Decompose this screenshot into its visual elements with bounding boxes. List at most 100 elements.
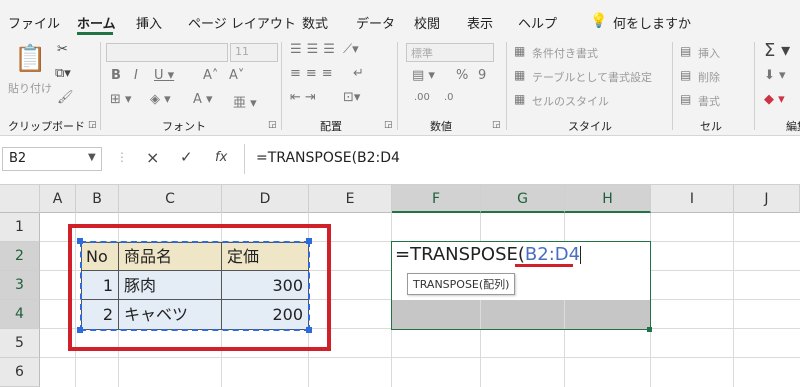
alignment-launcher-icon[interactable]: ◲ — [384, 120, 393, 130]
number-format-combo[interactable]: 標準 — [406, 43, 494, 62]
tab-view[interactable]: 表示 — [467, 13, 493, 32]
font-color-icon[interactable]: A ▾ — [193, 92, 213, 107]
percent-icon[interactable]: % — [456, 68, 468, 83]
format-cells-icon[interactable]: ▤ — [680, 92, 691, 106]
row-header-4[interactable]: 4 — [0, 300, 40, 329]
column-header-i[interactable]: I — [651, 185, 734, 213]
currency-icon[interactable]: ▤ ▾ — [412, 68, 435, 83]
column-header-h[interactable]: H — [565, 185, 651, 213]
gridline — [40, 357, 800, 358]
shrink-font-icon[interactable]: A˅ — [229, 68, 244, 83]
column-header-b[interactable]: B — [76, 185, 119, 213]
cut-icon[interactable]: ✂ — [57, 42, 68, 57]
tab-insert[interactable]: 挿入 — [136, 13, 162, 32]
ribbon-tab-bar: ファイル ホーム 挿入 ページ レイアウト 数式 データ 校閲 表示 ヘルプ 💡… — [0, 0, 800, 36]
tab-formulas[interactable]: 数式 — [302, 13, 328, 32]
tab-help[interactable]: ヘルプ — [518, 13, 557, 32]
insert-cells-icon[interactable]: ▤ — [680, 44, 691, 58]
phonetic-icon[interactable]: 亜 ▾ — [233, 92, 257, 111]
group-label-editing: 編集 — [786, 120, 800, 133]
comma-style-icon[interactable]: 9 — [478, 68, 486, 83]
text-cursor — [580, 246, 582, 264]
row-header-3[interactable]: 3 — [0, 271, 40, 300]
name-box[interactable]: B2 — [2, 147, 102, 171]
wrap-text-icon[interactable]: ↵ — [353, 66, 364, 81]
increase-decimal-icon[interactable]: .00 — [414, 92, 430, 103]
group-separator — [506, 42, 507, 130]
clear-icon[interactable]: ◆ ▾ — [764, 92, 785, 107]
font-size-combo[interactable]: 11 — [230, 43, 278, 62]
row-header-5[interactable]: 5 — [0, 329, 40, 358]
highlight-box — [68, 224, 331, 351]
underline-icon[interactable]: U ▾ — [154, 68, 174, 83]
group-label-number: 数値 — [430, 120, 452, 133]
ribbon: 📋 貼り付け ✂ ⧉▾ 🖌 クリップボード ◲ 11 B I U ▾ A˄ A˅… — [0, 36, 800, 136]
merge-center-icon[interactable]: ⊡▾ — [343, 90, 360, 105]
tab-review[interactable]: 校閲 — [414, 13, 440, 32]
font-name-combo[interactable] — [106, 43, 228, 62]
format-cells-button[interactable]: 書式 — [698, 93, 720, 109]
enter-icon[interactable]: ✓ — [180, 148, 193, 166]
tell-me-box[interactable]: 何をしますか — [613, 13, 691, 32]
italic-icon[interactable]: I — [134, 68, 138, 83]
format-painter-icon[interactable]: 🖌 — [57, 90, 74, 105]
horizontal-align-icons[interactable]: ≡≡≡ — [290, 66, 338, 81]
format-as-table-icon[interactable]: ▦ — [514, 68, 525, 82]
group-label-font: フォント — [162, 120, 206, 133]
column-header-f[interactable]: F — [392, 185, 481, 213]
column-header-j[interactable]: J — [734, 185, 800, 213]
column-header-a[interactable]: A — [40, 185, 76, 213]
autosum-icon[interactable]: Σ ▾ — [764, 40, 790, 61]
chevron-down-icon[interactable]: ▼ — [88, 152, 96, 163]
column-header-row: A B C D E F G H I J — [0, 184, 800, 213]
indent-icons[interactable]: ⇤⇥ — [290, 90, 320, 105]
orientation-icon[interactable]: ⟋▾ — [343, 42, 359, 57]
lightbulb-icon[interactable]: 💡 — [590, 13, 607, 29]
drag-handle-icon[interactable]: ⋮ — [116, 150, 128, 164]
vertical-align-icons[interactable]: ☰☰☰ — [290, 42, 340, 57]
tab-home[interactable]: ホーム — [77, 13, 116, 32]
delete-cells-icon[interactable]: ▤ — [680, 68, 691, 82]
formula-input[interactable]: =TRANSPOSE(B2:D4 — [256, 150, 400, 166]
group-label-clipboard: クリップボード — [8, 120, 85, 133]
column-header-c[interactable]: C — [119, 185, 222, 213]
column-header-g[interactable]: G — [481, 185, 565, 213]
cell-f2-editor[interactable]: =TRANSPOSE(B2:D4 — [395, 244, 582, 265]
decrease-decimal-icon[interactable]: .0 — [444, 92, 454, 103]
row-header-6[interactable]: 6 — [0, 358, 40, 387]
tab-page-layout[interactable]: ページ レイアウト — [188, 13, 296, 32]
conditional-format-icon[interactable]: ▦ — [514, 44, 525, 58]
grow-font-icon[interactable]: A˄ — [203, 68, 218, 83]
formula-divider — [244, 144, 245, 174]
clipboard-launcher-icon[interactable]: ◲ — [88, 120, 97, 130]
fill-color-icon[interactable]: ◈ ▾ — [150, 92, 171, 107]
group-separator — [672, 42, 673, 130]
cell-styles-icon[interactable]: ▦ — [514, 92, 525, 106]
ref-underline — [515, 264, 573, 267]
format-as-table-button[interactable]: テーブルとして書式設定 — [532, 69, 652, 85]
tab-file[interactable]: ファイル — [8, 13, 60, 32]
copy-icon[interactable]: ⧉▾ — [55, 66, 71, 81]
tab-data[interactable]: データ — [356, 13, 395, 32]
conditional-format-button[interactable]: 条件付き書式 — [532, 45, 598, 61]
select-all-corner[interactable] — [0, 185, 40, 213]
row-header-2[interactable]: 2 — [0, 242, 40, 271]
row-header-1[interactable]: 1 — [0, 213, 40, 242]
insert-cells-button[interactable]: 挿入 — [698, 45, 720, 61]
number-launcher-icon[interactable]: ◲ — [492, 120, 501, 130]
paste-icon[interactable]: 📋 — [14, 44, 46, 74]
delete-cells-button[interactable]: 削除 — [698, 69, 720, 85]
group-separator — [754, 42, 755, 130]
border-icon[interactable]: ⊞ ▾ — [110, 92, 132, 107]
paste-button[interactable]: 貼り付け — [8, 80, 52, 96]
font-launcher-icon[interactable]: ◲ — [268, 120, 277, 130]
active-tab-indicator — [77, 32, 113, 35]
fill-handle[interactable] — [647, 327, 652, 332]
column-header-e[interactable]: E — [309, 185, 392, 213]
insert-function-icon[interactable]: fx — [215, 150, 227, 165]
bold-icon[interactable]: B — [111, 68, 121, 83]
fill-icon[interactable]: ⬇ ▾ — [764, 68, 786, 83]
cancel-icon[interactable]: × — [146, 148, 159, 167]
column-header-d[interactable]: D — [222, 185, 309, 213]
cell-styles-button[interactable]: セルのスタイル — [532, 93, 609, 109]
